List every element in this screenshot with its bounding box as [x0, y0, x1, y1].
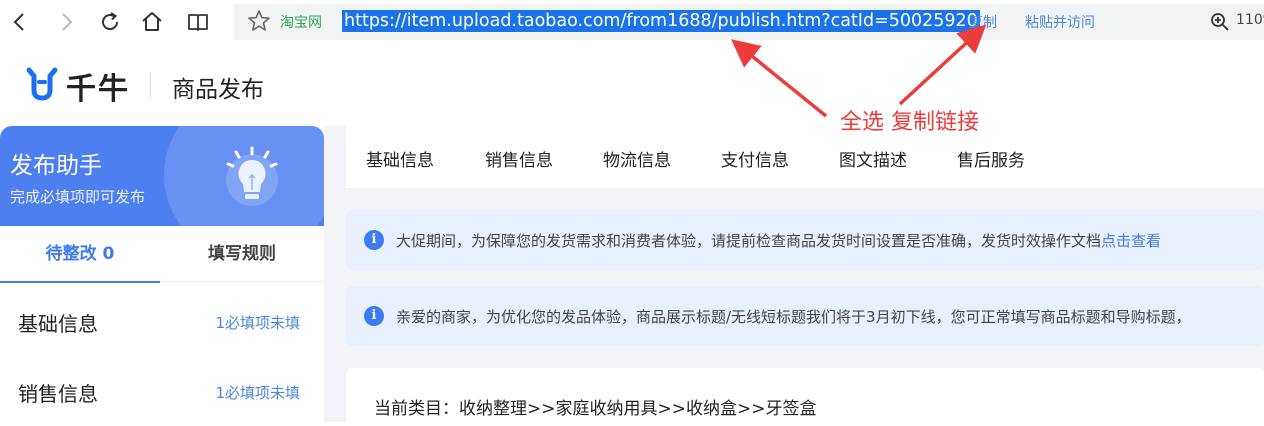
- tab-description[interactable]: 图文描述: [839, 146, 907, 171]
- helper-title: 发布助手: [10, 153, 102, 179]
- tab-after-sales[interactable]: 售后服务: [957, 146, 1025, 171]
- sidebar: 发布助手 完成必填项即可发布 待整改 0 填写规则 基础信息 1必填项未填 销售…: [0, 126, 324, 422]
- view-doc-link[interactable]: 点击查看: [1101, 232, 1161, 250]
- star-icon[interactable]: [246, 8, 272, 34]
- site-name: 淘宝网: [280, 15, 322, 31]
- tab-fill-rules[interactable]: 填写规则: [160, 226, 324, 282]
- page-title: 商品发布: [172, 77, 264, 103]
- header-divider: [150, 72, 151, 98]
- sidebar-item-label: 销售信息: [18, 382, 98, 406]
- notice-banner: i 大促期间，为保障您的发货需求和消费者体验，请提前检查商品发货时间设置是否准确…: [346, 210, 1264, 270]
- section-tabs: 基础信息 销售信息 物流信息 支付信息 图文描述 售后服务: [346, 126, 1264, 188]
- reload-icon[interactable]: [94, 6, 126, 38]
- tab-sales-info[interactable]: 销售信息: [485, 146, 553, 171]
- category-card: 当前类目：收纳整理>>家庭收纳用具>>收纳盒>>牙签盒: [346, 368, 1264, 422]
- tab-basic-info[interactable]: 基础信息: [366, 146, 434, 171]
- publish-helper-card: 发布助手 完成必填项即可发布: [0, 126, 324, 226]
- copy-button[interactable]: 复制: [969, 12, 997, 32]
- sidebar-item-sales-info[interactable]: 销售信息 1必填项未填: [0, 356, 324, 426]
- required-count: 1必填项未填: [215, 384, 300, 402]
- info-icon: i: [364, 306, 384, 326]
- paste-and-go-button[interactable]: 粘贴并访问: [1025, 12, 1095, 32]
- tab-pending-fix[interactable]: 待整改 0: [0, 226, 160, 283]
- annotation-label: 全选 复制链接: [840, 110, 979, 135]
- tab-logistics-info[interactable]: 物流信息: [603, 146, 671, 171]
- sidebar-item-basic-info[interactable]: 基础信息 1必填项未填: [0, 286, 324, 356]
- lightbulb-icon: [216, 142, 288, 214]
- forward-icon[interactable]: [50, 6, 82, 38]
- tab-payment-info[interactable]: 支付信息: [721, 146, 789, 171]
- qianniu-logo-icon: [24, 66, 60, 102]
- current-category: 当前类目：收纳整理>>家庭收纳用具>>收纳盒>>牙签盒: [374, 399, 817, 419]
- info-icon: i: [364, 230, 384, 250]
- app-logo-text: 千牛: [66, 72, 130, 107]
- reader-icon[interactable]: [182, 6, 214, 38]
- notice-text: 大促期间，为保障您的发货需求和消费者体验，请提前检查商品发货时间设置是否准确，发…: [396, 232, 1162, 250]
- notice-banner: i 亲爱的商家，为优化您的发品体验，商品展示标题/无线短标题我们将于3月初下线，…: [346, 286, 1264, 346]
- zoom-icon[interactable]: [1210, 12, 1230, 32]
- helper-subtitle: 完成必填项即可发布: [10, 188, 146, 206]
- notice-text: 亲爱的商家，为优化您的发品体验，商品展示标题/无线短标题我们将于3月初下线，您可…: [396, 308, 1191, 326]
- required-count: 1必填项未填: [215, 314, 300, 332]
- back-icon[interactable]: [4, 6, 36, 38]
- sidebar-tabs: 待整改 0 填写规则: [0, 226, 324, 283]
- home-icon[interactable]: [136, 6, 168, 38]
- sidebar-item-label: 基础信息: [18, 312, 98, 336]
- browser-toolbar: 淘宝网 https://item.upload.taobao.com/from1…: [0, 0, 1264, 44]
- zoom-level[interactable]: 110%: [1236, 12, 1264, 28]
- url-text-selected[interactable]: https://item.upload.taobao.com/from1688/…: [342, 10, 980, 32]
